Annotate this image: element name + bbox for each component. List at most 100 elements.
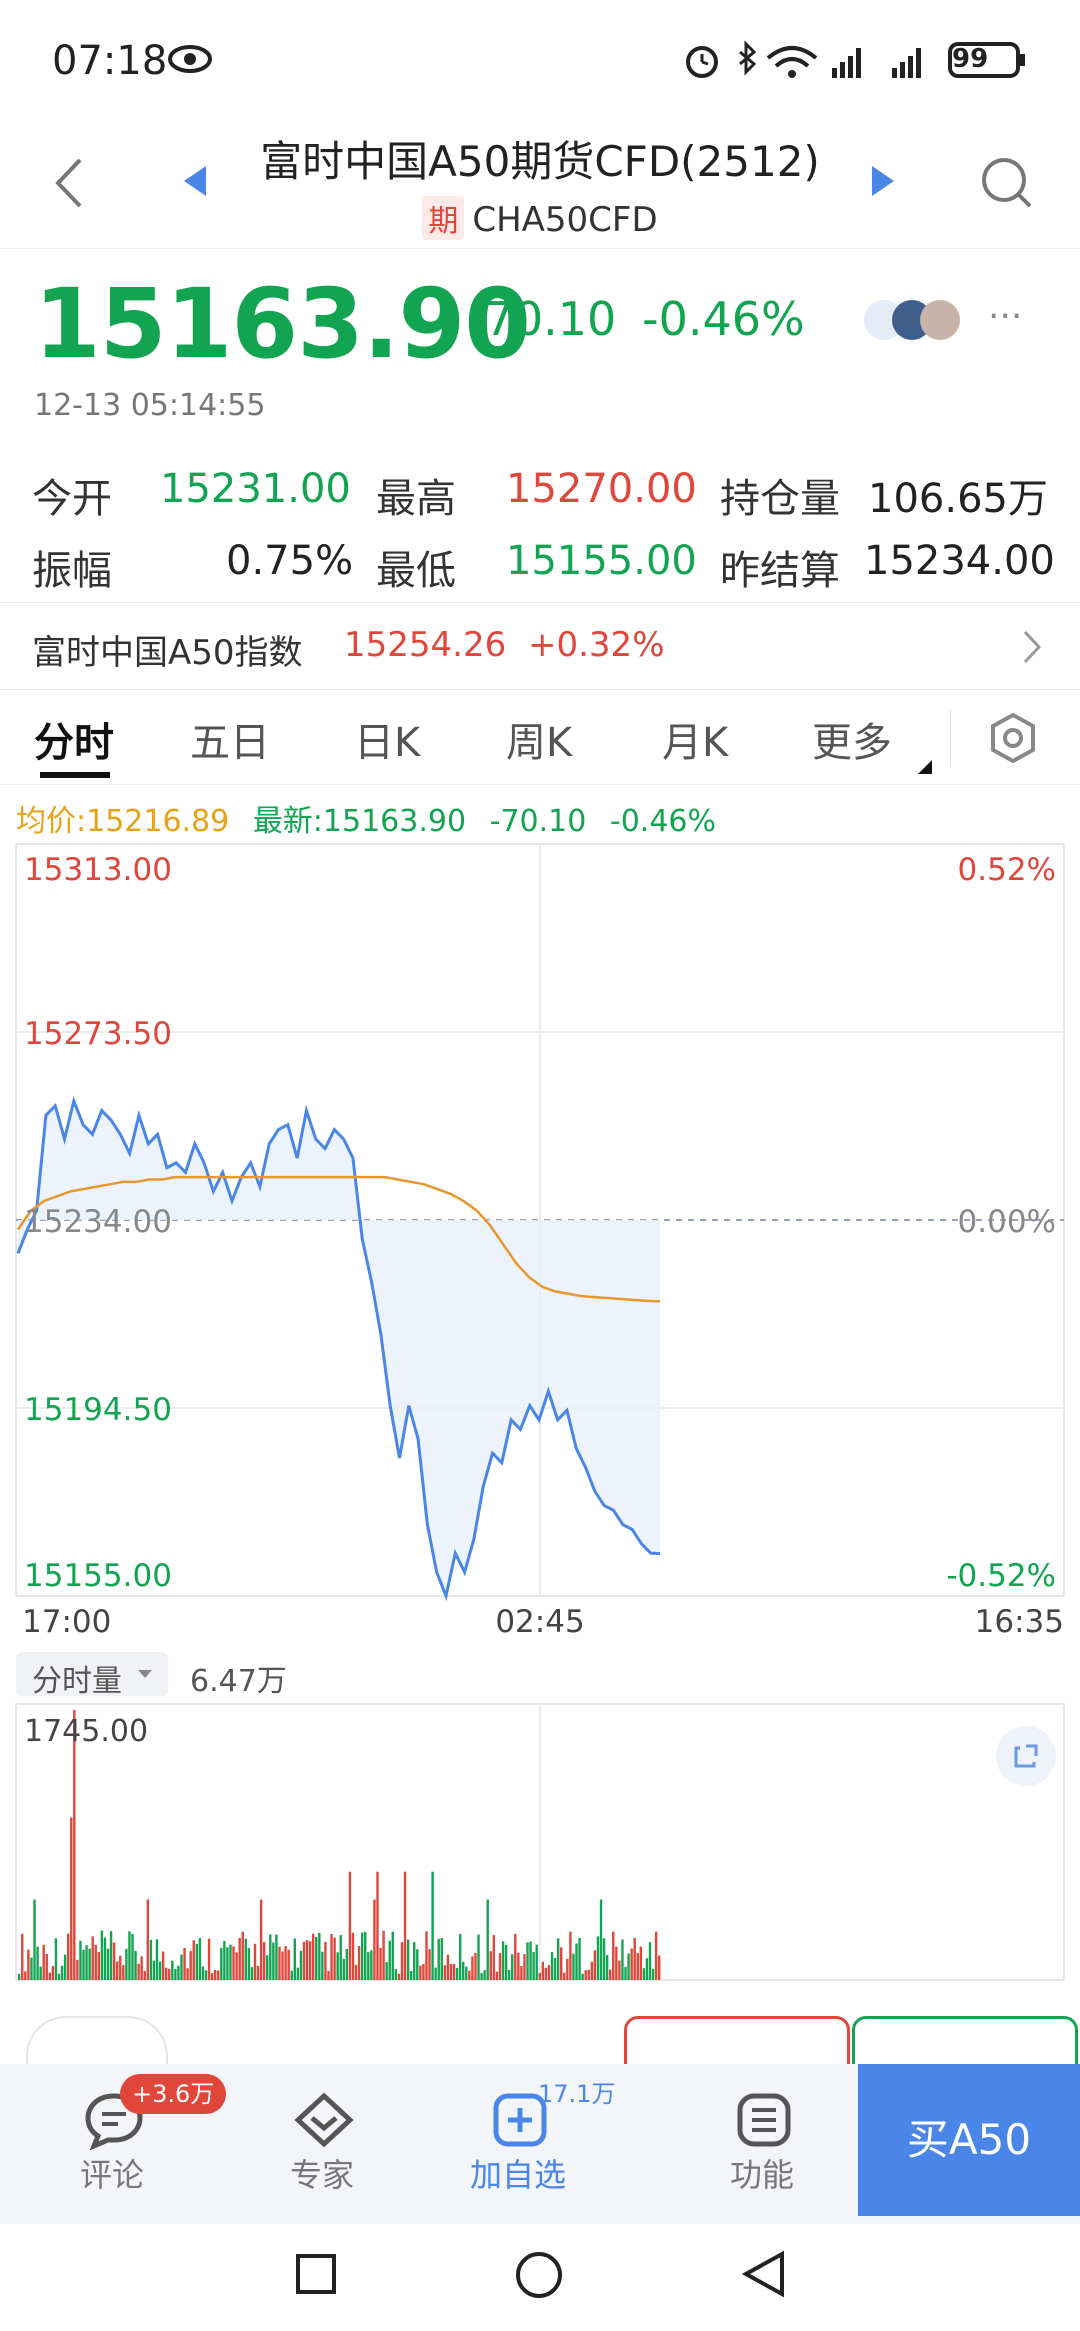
volume-bar: [633, 1938, 636, 1980]
chart-tabs: 分时 五日 日K 周K 月K 更多: [0, 690, 1080, 785]
volume-bar: [48, 1972, 52, 1980]
high-label: 最高: [376, 476, 456, 522]
y-tick-label: 15313.00: [24, 852, 172, 888]
status-bar: 07:18 99: [0, 0, 1080, 120]
system-nav-bar: [0, 2224, 1080, 2331]
volume-bar: [587, 1969, 590, 1980]
volume-bar: [324, 1941, 327, 1980]
settings-icon[interactable]: [988, 712, 1038, 764]
y-tick-pct-label: 0.00%: [958, 1204, 1056, 1240]
volume-bar: [158, 1961, 162, 1980]
expand-button[interactable]: [996, 1726, 1056, 1786]
instrument-subtitle: 期 CHA50CFD: [0, 196, 1080, 240]
volume-bar: [581, 1973, 584, 1980]
intraday-chart[interactable]: 15313.00 0.52% 15273.50 15234.00 0.00% 15194.…: [0, 840, 1080, 1640]
search-icon[interactable]: [980, 156, 1034, 210]
volume-bar: [642, 1968, 646, 1980]
home-icon[interactable]: [514, 2250, 564, 2300]
buy-button[interactable]: 买A50: [858, 2064, 1080, 2216]
volume-bar: [70, 1817, 73, 1980]
volume-bar: [544, 1967, 548, 1980]
tab-weekly-k[interactable]: 周K: [506, 710, 572, 768]
volume-bar: [51, 1966, 55, 1980]
functions-button[interactable]: 功能: [692, 2084, 832, 2196]
volume-bar: [253, 1943, 257, 1980]
volume-bar: [550, 1952, 554, 1980]
volume-bar: [413, 1942, 416, 1980]
volume-bar: [511, 1954, 514, 1980]
volume-selector[interactable]: 分时量: [16, 1652, 168, 1699]
expert-button[interactable]: 专家: [252, 2084, 392, 2196]
volume-bar: [60, 1965, 64, 1980]
volume-total: 6.47万: [190, 1664, 287, 1699]
more-icon[interactable]: ···: [988, 296, 1022, 337]
volume-bar: [287, 1949, 290, 1980]
x-tick-label: 02:45: [495, 1604, 584, 1640]
tab-five-day[interactable]: 五日: [190, 710, 270, 768]
volume-bar: [235, 1952, 238, 1980]
volume-bar: [391, 1931, 394, 1980]
volume-bar: [85, 1945, 88, 1980]
volume-bar: [238, 1937, 241, 1980]
volume-bar: [658, 1955, 661, 1980]
volume-bar: [143, 1970, 146, 1980]
recents-icon[interactable]: [294, 2252, 338, 2296]
volume-bar: [305, 1939, 309, 1980]
back-nav-icon[interactable]: [742, 2250, 786, 2298]
volume-bar: [452, 1963, 456, 1980]
volume-bar: [400, 1942, 404, 1980]
volume-bar: [112, 1942, 116, 1980]
volume-bar: [556, 1938, 560, 1980]
volume-bar: [241, 1931, 244, 1980]
volume-bar: [590, 1961, 594, 1980]
volume-bar: [100, 1930, 104, 1980]
volume-bar: [547, 1965, 551, 1980]
signal-icon-1: [832, 48, 861, 78]
volume-bar: [605, 1954, 609, 1980]
volume-bar: [498, 1953, 502, 1980]
volume-bar: [296, 1967, 300, 1980]
volume-bar: [345, 1949, 349, 1980]
volume-bar: [42, 1944, 45, 1980]
expand-icon: [1014, 1744, 1038, 1768]
chevron-right-icon: [1023, 630, 1042, 664]
volume-bar: [624, 1966, 627, 1980]
volume-bar: [553, 1957, 557, 1980]
volume-bar: [621, 1939, 624, 1980]
volume-bar: [82, 1949, 85, 1980]
dropdown-corner-icon: [918, 760, 932, 774]
signal-icon-2: [892, 48, 921, 78]
volume-bar: [468, 1970, 471, 1980]
next-instrument-icon[interactable]: [870, 164, 896, 198]
quote-header: 富时中国A50期货CFD(2512) 期 CHA50CFD: [0, 120, 1080, 249]
volume-bar: [602, 1938, 606, 1980]
volume-bar: [275, 1934, 278, 1980]
quote-timestamp: 12-13 05:14:55: [34, 388, 266, 423]
tab-more[interactable]: 更多: [812, 710, 892, 768]
open-label: 今开: [32, 476, 112, 522]
volume-bar: [109, 1931, 113, 1980]
volume-chart[interactable]: [0, 1700, 1080, 1990]
volume-bar: [477, 1934, 480, 1980]
volume-bar: [639, 1946, 643, 1980]
chevron-down-icon: [138, 1670, 152, 1678]
index-row[interactable]: 富时中国A50指数 15254.26 +0.32%: [0, 602, 1080, 690]
prev-settle-label: 昨结算: [720, 548, 840, 594]
volume-bar: [213, 1969, 217, 1980]
tab-daily-k[interactable]: 日K: [354, 710, 420, 768]
tab-intraday[interactable]: 分时: [34, 710, 114, 768]
price-change: -70.10: [468, 292, 617, 346]
volume-bar: [474, 1952, 477, 1980]
avatar-group[interactable]: [862, 296, 976, 344]
volume-bar: [198, 1938, 202, 1980]
tab-monthly-k[interactable]: 月K: [662, 710, 728, 768]
y-tick-label: 15273.50: [24, 1016, 172, 1052]
volume-bar: [526, 1942, 529, 1980]
volume-bar: [403, 1871, 407, 1980]
add-watchlist-label: 加自选: [469, 2156, 566, 2194]
x-tick-label: 17:00: [22, 1604, 111, 1640]
volume-bar: [572, 1953, 575, 1980]
oi-label: 持仓量: [720, 476, 840, 522]
volume-bar: [259, 1899, 263, 1980]
volume-bar: [18, 1973, 21, 1980]
